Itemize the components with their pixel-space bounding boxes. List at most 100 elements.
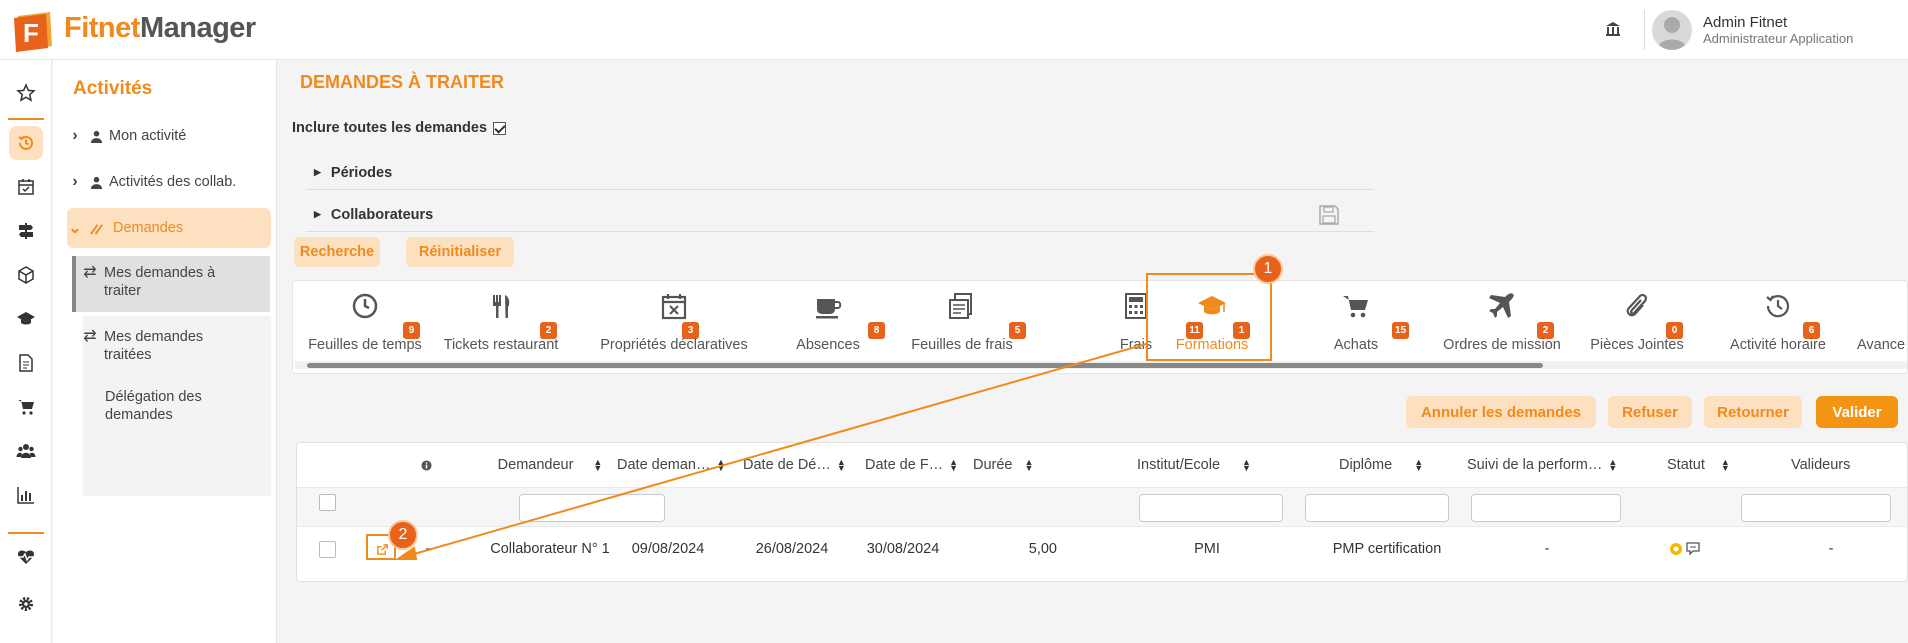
cancel-requests-button[interactable]: Annuler les demandes [1406,396,1596,428]
filter-row [297,487,1907,527]
info-column-icon[interactable] [421,443,441,487]
document-icon[interactable] [9,346,43,380]
brand-part1: Fitnet [64,12,140,44]
box-icon[interactable] [9,258,43,292]
column-header-diplome[interactable]: Diplôme ▲ ▼ [1339,443,1459,487]
column-label: Durée [973,457,1013,473]
activities-sidenav: Activités › Mon activité › Activités des… [53,60,277,643]
tab-feuilles-de-frais[interactable]: 5 Feuilles de frais [897,281,1027,361]
sort-icon: ▲ ▼ [1024,457,1034,473]
gear-icon[interactable] [9,587,43,621]
submenu-label: Délégation des demandes [105,388,202,424]
cell-duree: 5,00 [1028,541,1057,557]
heart-pulse-icon[interactable] [9,540,43,574]
save-icon[interactable] [1318,204,1340,226]
chart-bar-icon[interactable] [9,478,43,512]
column-header-demandeur[interactable]: Demandeur ▲ ▼ [481,443,619,487]
tab-activite-horaire[interactable]: 6 Activité horaire [1711,281,1845,361]
paperclip-icon [1626,293,1648,317]
user-name[interactable]: Admin Fitnet [1703,14,1787,31]
sidebar-item-activites-collab[interactable]: › Activités des collab. [67,162,271,202]
graduation-cap-icon[interactable] [9,302,43,336]
submenu-item-a-traiter[interactable]: ⇄ Mes demandes à traiter [72,256,270,312]
tabs-scrollbar-thumb[interactable] [307,363,1543,368]
submenu-item-traitees[interactable]: ⇄ Mes demandes traitées [76,328,270,364]
column-header-duree[interactable]: Durée ▲ ▼ [973,443,1053,487]
calendar-check-icon[interactable] [9,170,43,204]
filter-demandeur-input[interactable] [519,494,665,522]
plane-icon [1489,293,1514,318]
cell-diplome: PMP certification [1332,541,1442,557]
submenu-label: Mes demandes traitées [104,328,203,364]
tab-label: Feuilles de frais [911,337,1013,353]
column-header-date-debut[interactable]: Date de Dé… ▲ ▼ [743,443,851,487]
clock-icon [352,293,378,319]
transfer-icon [83,221,109,236]
tab-ordres-de-mission[interactable]: 2 Ordres de mission [1419,281,1585,361]
tab-avance[interactable]: Avance [1853,281,1907,361]
filter-valideurs-input[interactable] [1741,494,1891,522]
avatar[interactable] [1652,10,1692,50]
submenu-label-line1: Mes demandes à [104,265,216,281]
sort-icon: ▲ ▼ [593,457,603,473]
column-header-valideurs[interactable]: Valideurs [1791,443,1891,487]
row-checkbox[interactable] [319,541,336,558]
tab-label: Feuilles de temps [308,337,422,353]
tab-achats[interactable]: 15 Achats [1293,281,1419,361]
reset-button[interactable]: Réinitialiser [406,237,514,267]
column-header-date-fin[interactable]: Date de F… ▲ ▼ [865,443,959,487]
include-all-checkbox[interactable] [493,121,507,135]
column-header-institut[interactable]: Institut/Ecole ▲ ▼ [1137,443,1287,487]
chevron-right-icon: › [72,127,78,144]
request-type-tabs: 9 Feuilles de temps 2 Tickets restaurant… [292,280,1908,374]
receipt-icon [949,293,972,319]
accordion-collaborateurs[interactable]: ▶ Collaborateurs [306,198,1374,232]
divider [8,118,44,120]
chevron-right-icon: › [72,173,78,190]
tab-label: Achats [1333,337,1379,353]
history-icon[interactable] [9,126,43,160]
column-label: Date de Dé… [743,457,831,473]
select-all-checkbox[interactable] [319,494,336,511]
tab-absences[interactable]: 8 Absences [765,281,891,361]
submenu-item-delegation[interactable]: Délégation des demandes [105,388,271,424]
validate-button[interactable]: Valider [1816,396,1898,428]
app-brand: FitnetManager [64,12,256,45]
search-button[interactable]: Recherche [294,237,380,267]
sidebar-item-demandes[interactable]: ⌄ Demandes [67,208,271,248]
cell-date-demande: 09/08/2024 [631,541,705,557]
tab-tickets-restaurant[interactable]: 2 Tickets restaurant [439,281,563,361]
sidebar-item-mon-activite[interactable]: › Mon activité [67,116,271,156]
clock-history-icon [1766,295,1790,318]
column-header-suivi[interactable]: Suivi de la perform… ▲ ▼ [1467,443,1629,487]
filter-institut-input[interactable] [1139,494,1283,522]
swap-icon: ⇄ [83,264,97,281]
users-icon[interactable] [9,434,43,468]
refuse-button[interactable]: Refuser [1608,396,1692,428]
status-pending-icon [1670,542,1700,556]
divider [8,532,44,534]
filter-diplome-input[interactable] [1305,494,1449,522]
accordion-periodes[interactable]: ▶ Périodes [306,156,1374,190]
sort-icon: ▲ ▼ [716,457,726,473]
cell-statut [1665,528,1707,570]
tab-pieces-jointes[interactable]: 0 Pièces Jointes [1571,281,1703,361]
fitnet-logo[interactable]: F [12,10,56,52]
column-header-date-demande[interactable]: Date deman… ▲ ▼ [617,443,727,487]
return-button[interactable]: Retourner [1704,396,1802,428]
submenu-label-line2: demandes [105,407,173,423]
tab-feuilles-de-temps[interactable]: 9 Feuilles de temps [303,281,427,361]
cell-date-fin: 30/08/2024 [866,541,940,557]
cell-demandeur: Collaborateur N° 1 [490,541,610,557]
bank-icon[interactable] [1604,20,1622,38]
tab-proprietes-declaratives[interactable]: 3 Propriétés déclaratives [583,281,765,361]
signpost-icon[interactable] [9,214,43,248]
star-icon[interactable] [9,76,43,110]
column-label: Demandeur [497,457,574,473]
caret-right-icon: ▶ [314,209,321,219]
user-role: Administrateur Application [1703,31,1854,46]
filter-suivi-input[interactable] [1471,494,1621,522]
cart-icon[interactable] [9,390,43,424]
column-header-statut[interactable]: Statut ▲ ▼ [1667,443,1747,487]
submenu-label-line2: traitées [104,347,152,363]
